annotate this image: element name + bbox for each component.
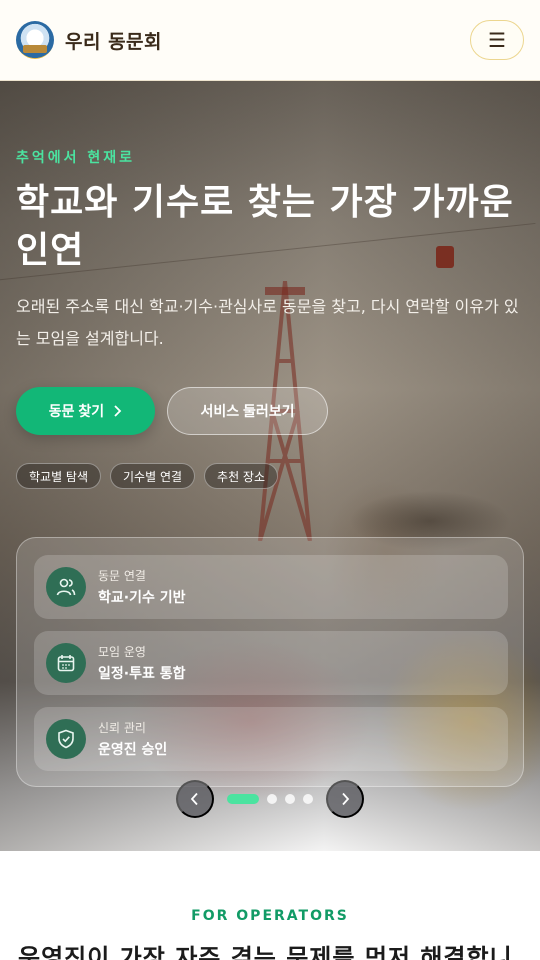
feature-card-label: 동문 연결 [98, 569, 146, 583]
find-alumni-label: 동문 찾기 [48, 403, 105, 419]
logo-icon[interactable] [16, 21, 54, 59]
hero-section: 추억에서 현재로 학교와 기수로 찾는 가장 가까운 인연 오래된 주소록 대신… [0, 81, 540, 851]
feature-card-value: 일정·투표 통합 [98, 666, 186, 682]
carousel-dot[interactable] [303, 794, 313, 804]
feature-card-value: 학교·기수 기반 [98, 590, 186, 606]
feature-card-label: 모임 운영 [98, 645, 146, 659]
carousel-prev-button[interactable] [176, 780, 214, 818]
operators-eyebrow: FOR OPERATORS [191, 908, 349, 924]
feature-card-label: 신뢰 관리 [98, 721, 146, 735]
carousel-next-button[interactable] [326, 780, 364, 818]
feature-card-connect: 동문 연결 학교·기수 기반 [34, 555, 508, 619]
feature-card-value: 운영진 승인 [98, 742, 168, 758]
service-tour-label: 서비스 둘러보기 [200, 403, 295, 419]
chip-school[interactable]: 학교별 탐색 [16, 463, 102, 489]
chevron-left-icon [190, 792, 198, 806]
carousel-dot[interactable] [285, 794, 295, 804]
find-alumni-button[interactable]: 동문 찾기 [16, 387, 155, 435]
chip-class-year[interactable]: 기수별 연결 [110, 463, 196, 489]
calendar-icon [46, 643, 86, 683]
hero-chips: 학교별 탐색 기수별 연결 추천 장소 [16, 463, 279, 489]
feature-card-trust: 신뢰 관리 운영진 승인 [34, 707, 508, 771]
shield-check-icon [46, 719, 86, 759]
hamburger-icon: ☰ [488, 29, 506, 52]
service-tour-button[interactable]: 서비스 둘러보기 [167, 387, 328, 435]
menu-button[interactable]: ☰ [470, 20, 524, 60]
brand-name[interactable]: 우리 동문회 [65, 27, 162, 54]
carousel-dot[interactable] [267, 794, 277, 804]
chevron-right-icon [114, 405, 122, 417]
carousel-dots [227, 794, 313, 804]
feature-card-meetup: 모임 운영 일정·투표 통합 [34, 631, 508, 695]
hero-description: 오래된 주소록 대신 학교·기수·관심사로 동문을 찾고, 다시 연락할 이유가… [16, 297, 519, 348]
hero-title: 학교와 기수로 찾는 가장 가까운 인연 [16, 182, 514, 271]
feature-panel: 동문 연결 학교·기수 기반 모임 운영 일정·투표 통합 신뢰 관리 운영진 … [16, 537, 524, 787]
chip-recommended-place[interactable]: 추천 장소 [204, 463, 279, 489]
hero-eyebrow: 추억에서 현재로 [16, 150, 136, 166]
chevron-right-icon [342, 792, 350, 806]
carousel-dot-active[interactable] [227, 794, 259, 804]
users-icon [46, 567, 86, 607]
site-header: 우리 동문회 ☰ [0, 0, 540, 81]
operators-title: 운영진이 가장 자주 겪는 문제를 먼저 해결합니 [18, 944, 513, 960]
